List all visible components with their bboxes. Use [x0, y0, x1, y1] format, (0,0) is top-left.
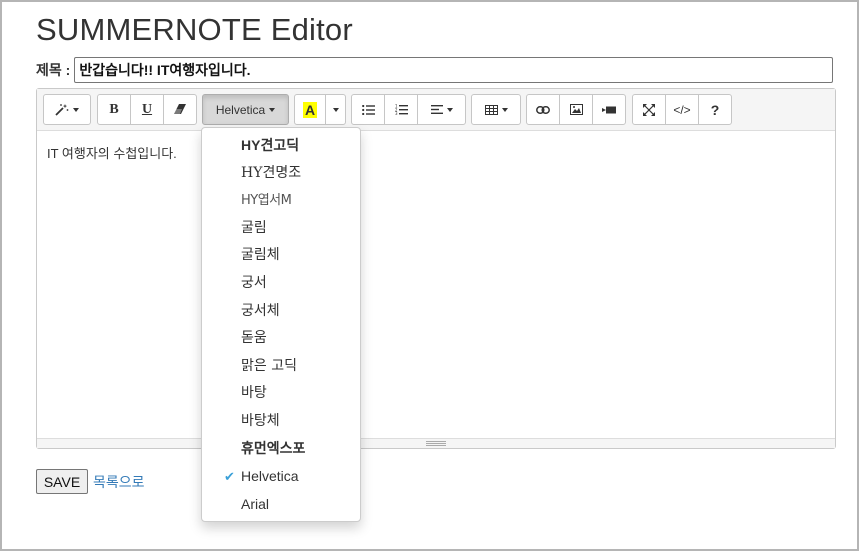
font-option-batangche[interactable]: 바탕체 [202, 408, 360, 436]
chevron-down-icon [501, 107, 508, 112]
align-left-icon [430, 105, 443, 114]
chevron-down-icon [446, 107, 453, 112]
view-group: </> ? [632, 94, 732, 125]
font-option-batang[interactable]: 바탕 [202, 380, 360, 408]
underline-button[interactable]: U [130, 94, 164, 125]
video-icon [602, 106, 616, 114]
chevron-down-icon [269, 107, 276, 112]
subject-input[interactable] [74, 57, 833, 83]
subject-row: 제목 : [36, 57, 833, 83]
eraser-icon [174, 104, 186, 115]
font-name-dropdown-button[interactable]: Helvetica [202, 94, 289, 125]
font-option-helvetica[interactable]: ✔ Helvetica [202, 463, 360, 491]
font-option-label: Helvetica [241, 468, 299, 485]
summernote-editor: B U Helvetica A 1 2 3 </> ? IT 여행자의 수첩입니… [36, 88, 836, 449]
font-option-hy-gyeonmyeongjo[interactable]: HY견명조 [202, 160, 360, 188]
font-option-human-expo[interactable]: 휴먼엑스포 [202, 436, 360, 464]
font-option-gulim[interactable]: 굴림 [202, 215, 360, 243]
font-name-label: Helvetica [215, 102, 266, 117]
font-option-malgun-gothic[interactable]: 맑은 고딕 [202, 353, 360, 381]
insert-group [526, 94, 626, 125]
font-option-gungseoche[interactable]: 궁서체 [202, 298, 360, 326]
font-option-label: 맑은 고딕 [241, 357, 297, 374]
resize-bar[interactable] [37, 438, 835, 448]
text-color-icon: A [302, 101, 318, 118]
font-option-gungseo[interactable]: 궁서 [202, 270, 360, 298]
bold-button[interactable]: B [97, 94, 131, 125]
font-option-label: 휴먼엑스포 [241, 440, 306, 457]
fullscreen-button[interactable] [632, 94, 666, 125]
subject-label: 제목 : [36, 62, 71, 78]
paragraph-dropdown-button[interactable] [417, 94, 466, 125]
unordered-list-icon [361, 104, 375, 115]
link-icon [536, 105, 550, 114]
font-option-label: 굴림체 [241, 247, 280, 264]
font-option-label: Arial [241, 495, 270, 512]
video-button[interactable] [592, 94, 626, 125]
font-name-group: Helvetica [202, 94, 289, 125]
editor-content-area[interactable]: IT 여행자의 수첩입니다. [37, 131, 835, 437]
color-dropdown-button[interactable] [325, 94, 346, 125]
expand-icon [643, 103, 655, 116]
font-option-hy-yeopseo[interactable]: HY엽서M [202, 187, 360, 215]
paragraph-group: 123 [351, 94, 466, 125]
content-paragraph: IT 여행자의 수첩입니다. [47, 146, 177, 161]
editor-toolbar: B U Helvetica A 1 2 3 </> ? [37, 89, 835, 131]
font-option-arial[interactable]: Arial [202, 491, 360, 519]
recent-color-button[interactable]: A [294, 94, 326, 125]
checkmark-icon: ✔ [224, 469, 235, 485]
help-button[interactable]: ? [698, 94, 732, 125]
table-dropdown-button[interactable] [471, 94, 521, 125]
font-style-group: B U [97, 94, 197, 125]
ordered-list-icon: 123 [395, 104, 408, 115]
font-option-hy-gyeongothic[interactable]: HY견고딕 [202, 132, 360, 160]
style-group [43, 94, 91, 125]
font-option-label: 굴림 [241, 219, 267, 236]
chevron-down-icon [332, 107, 339, 112]
page-title: SUMMERNOTE Editor [36, 12, 353, 47]
back-to-list-link[interactable]: 목록으로 [93, 472, 145, 492]
resize-grip-icon[interactable] [426, 441, 446, 446]
font-option-label: HY견고딕 [241, 137, 300, 153]
magic-wand-icon [55, 103, 69, 116]
clear-format-button[interactable] [163, 94, 197, 125]
unordered-list-button[interactable] [351, 94, 385, 125]
font-option-gulimche[interactable]: 굴림체 [202, 242, 360, 270]
font-option-label: 바탕체 [241, 412, 280, 429]
style-dropdown-button[interactable] [43, 94, 91, 125]
picture-button[interactable] [559, 94, 593, 125]
chevron-down-icon [73, 107, 79, 112]
font-option-label: HY견명조 [241, 164, 302, 181]
table-icon [484, 104, 498, 115]
picture-icon [569, 104, 583, 115]
font-option-dotum[interactable]: 돋움 [202, 325, 360, 353]
codeview-button[interactable]: </> [665, 94, 699, 125]
table-group [471, 94, 521, 125]
font-option-label: HY엽서M [241, 193, 292, 209]
ordered-list-button[interactable]: 123 [384, 94, 418, 125]
font-option-label: 궁서체 [241, 302, 280, 319]
save-button[interactable]: SAVE [36, 469, 88, 494]
font-option-label: 바탕 [241, 385, 267, 402]
svg-text:3: 3 [395, 111, 398, 115]
font-option-label: 돋움 [241, 330, 267, 347]
link-button[interactable] [526, 94, 560, 125]
font-option-label: 궁서 [241, 274, 267, 291]
font-name-dropdown-menu: HY견고딕 HY견명조 HY엽서M 굴림 굴림체 궁서 궁서체 돋움 맑은 고딕… [201, 127, 361, 522]
color-group: A [294, 94, 346, 125]
